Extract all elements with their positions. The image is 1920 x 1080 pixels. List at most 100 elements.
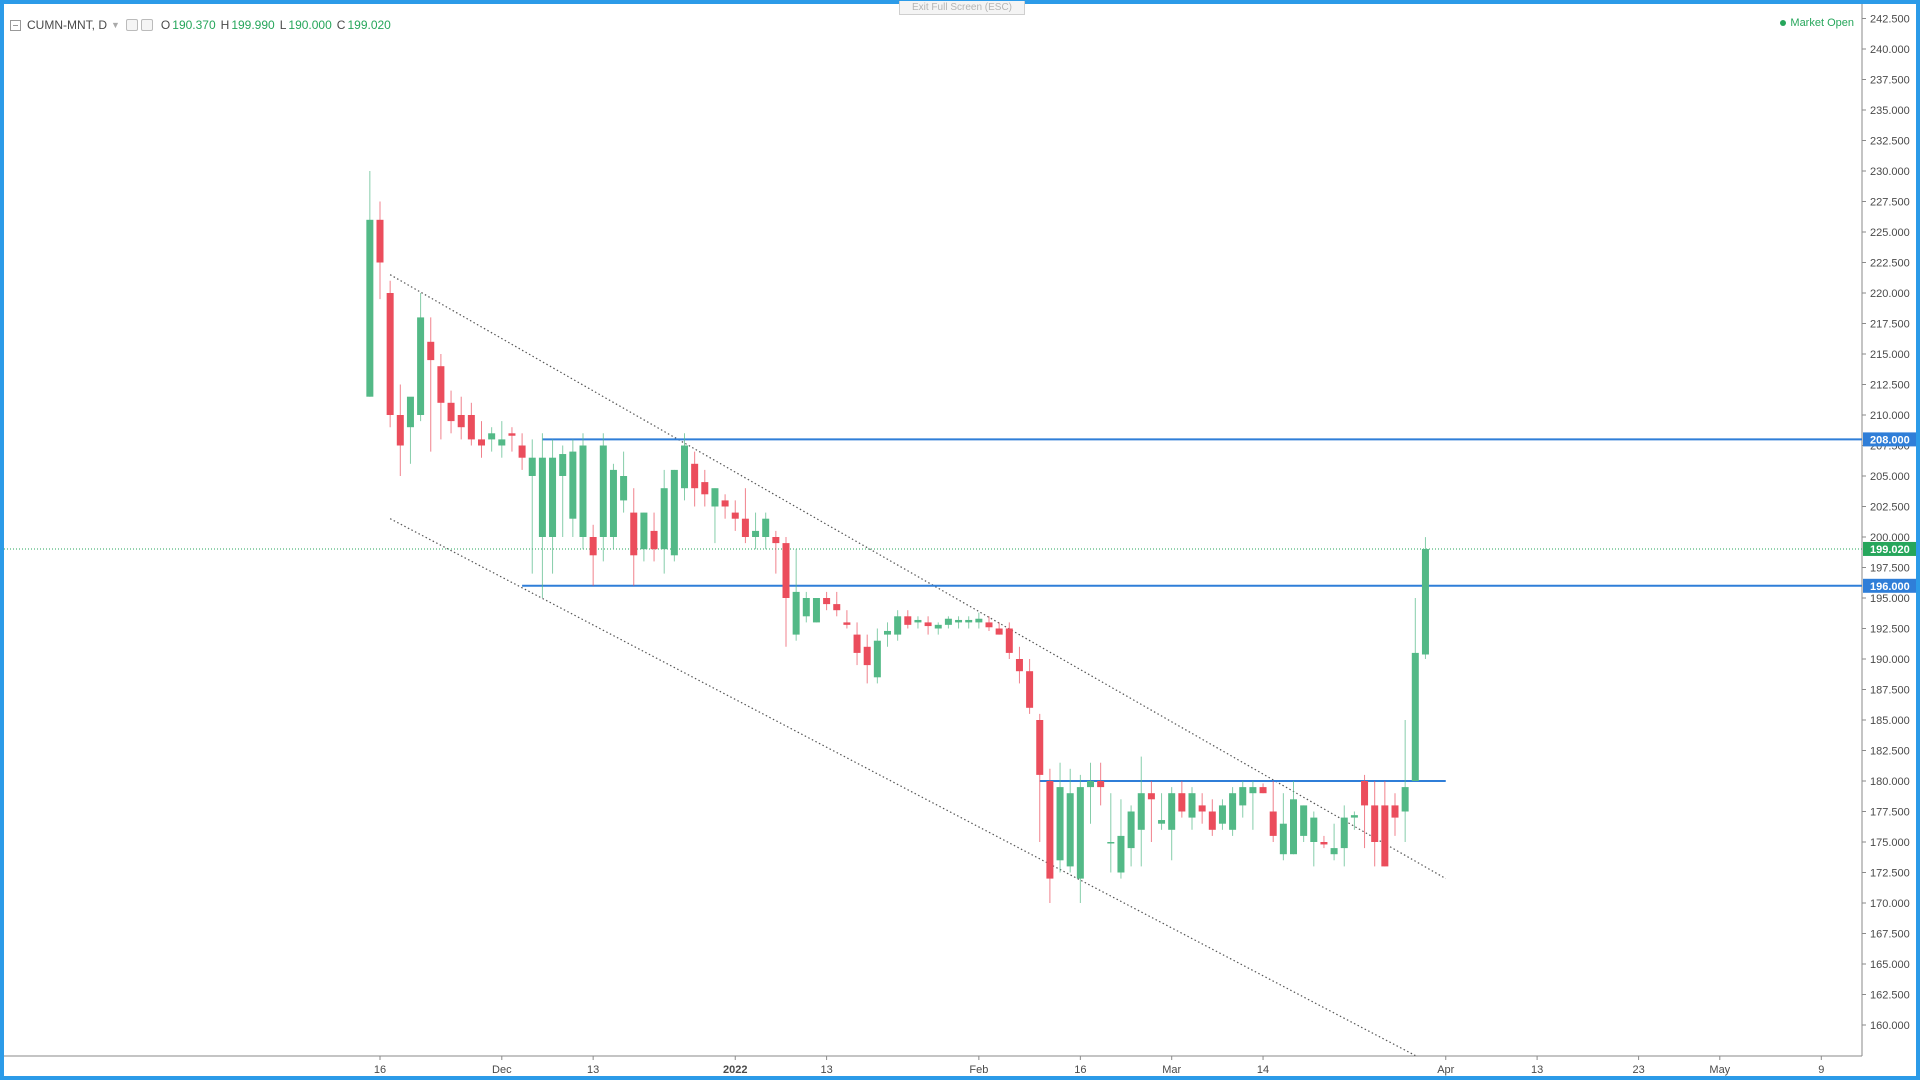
- level-price-label: 208.000: [1870, 434, 1910, 446]
- chevron-down-icon[interactable]: ▼: [111, 20, 120, 30]
- high-label: H: [220, 18, 230, 32]
- candle-up: [579, 445, 587, 537]
- y-tick-label: 210.000: [1870, 410, 1910, 422]
- candle-down: [478, 439, 485, 446]
- x-tick-label: 2022: [723, 1064, 747, 1076]
- candle-down: [863, 646, 871, 666]
- x-tick-label: Mar: [1162, 1064, 1181, 1076]
- candle-up: [1127, 811, 1135, 849]
- x-tick-label: Apr: [1437, 1064, 1454, 1076]
- y-tick-label: 230.000: [1870, 166, 1910, 178]
- candle-up: [1330, 848, 1338, 855]
- candle-down: [518, 445, 526, 458]
- symbol-name[interactable]: CUMN-MNT, D: [27, 18, 107, 32]
- y-tick-label: 242.500: [1870, 14, 1910, 26]
- candle-up: [538, 457, 546, 537]
- candle-up: [406, 396, 414, 428]
- y-tick-label: 237.500: [1870, 75, 1910, 87]
- candle-up: [1168, 793, 1176, 830]
- candle-up: [1218, 805, 1226, 824]
- candle-down: [396, 415, 404, 446]
- candle-up: [1421, 548, 1429, 655]
- y-tick-label: 187.500: [1870, 685, 1910, 697]
- candle-down: [1198, 805, 1206, 812]
- candle-down: [447, 402, 455, 422]
- price-chart[interactable]: 160.000 162.500 165.000 167.500 170.000 172.5…: [0, 0, 1920, 1080]
- candle-up: [498, 439, 506, 446]
- candle-up: [1087, 781, 1094, 788]
- candle-down: [721, 500, 729, 507]
- candle-up: [640, 512, 648, 550]
- candle-down: [1320, 842, 1328, 845]
- y-tick-label: 172.500: [1870, 868, 1910, 880]
- candle-down: [589, 537, 597, 556]
- candle-up: [1117, 835, 1125, 873]
- y-tick-label: 180.000: [1870, 776, 1910, 788]
- exit-fullscreen-button[interactable]: Exit Full Screen (ESC): [899, 1, 1025, 15]
- candle-up: [873, 640, 881, 678]
- settings-icon[interactable]: [140, 19, 153, 31]
- level-price-label: 196.000: [1870, 581, 1910, 593]
- candle-up: [1350, 815, 1358, 818]
- candle-down: [1036, 720, 1044, 775]
- collapse-legend-icon[interactable]: [10, 19, 21, 31]
- candle-down: [630, 512, 638, 556]
- x-tick-label: Feb: [969, 1064, 988, 1076]
- candle-down: [508, 433, 516, 436]
- y-tick-label: 205.000: [1870, 471, 1910, 483]
- candle-up: [1310, 817, 1318, 842]
- candle-up: [1158, 820, 1166, 824]
- y-tick-label: 222.500: [1870, 258, 1910, 270]
- y-tick-label: 197.500: [1870, 563, 1910, 575]
- visibility-icon[interactable]: [125, 19, 138, 31]
- y-tick-label: 160.000: [1870, 1020, 1910, 1032]
- candle-down: [985, 622, 993, 628]
- x-tick-label: 13: [587, 1064, 599, 1076]
- y-tick-label: 220.000: [1870, 288, 1910, 300]
- y-tick-label: 240.000: [1870, 44, 1910, 56]
- y-tick-label: 182.500: [1870, 746, 1910, 758]
- candle-up: [955, 619, 963, 623]
- candle-up: [670, 469, 678, 556]
- candle-down: [843, 622, 851, 625]
- candle-down: [731, 512, 739, 519]
- candle-down: [457, 415, 465, 428]
- y-tick-label: 217.500: [1870, 319, 1910, 331]
- candle-up: [894, 616, 902, 635]
- y-tick-label: 167.500: [1870, 929, 1910, 941]
- candle-up: [599, 445, 607, 537]
- candle-up: [528, 457, 536, 476]
- candle-down: [1005, 628, 1013, 653]
- x-tick-label: 16: [374, 1064, 386, 1076]
- candle-down: [1147, 793, 1155, 800]
- candle-up: [752, 530, 760, 537]
- trendline[interactable]: [389, 274, 1447, 880]
- candle-up: [549, 457, 557, 537]
- last-price-label: 199.020: [1870, 544, 1910, 556]
- candle-down: [1391, 805, 1399, 818]
- y-tick-label: 235.000: [1870, 105, 1910, 117]
- y-tick-label: 202.500: [1870, 502, 1910, 514]
- candle-down: [741, 518, 749, 537]
- candle-down: [1381, 805, 1389, 867]
- candle-up: [1076, 787, 1084, 879]
- candle-up: [812, 598, 820, 623]
- candle-up: [681, 445, 688, 489]
- candle-up: [1056, 787, 1064, 861]
- y-tick-label: 227.500: [1870, 197, 1910, 209]
- candle-down: [1178, 793, 1186, 812]
- y-tick-label: 212.500: [1870, 380, 1910, 392]
- market-status-label: Market Open: [1790, 17, 1854, 29]
- market-status: Market Open: [1780, 17, 1854, 29]
- x-tick-label: 16: [1074, 1064, 1086, 1076]
- candle-down: [427, 341, 435, 361]
- candle-up: [1411, 652, 1419, 781]
- y-tick-label: 190.000: [1870, 654, 1910, 666]
- candle-up: [934, 624, 942, 629]
- candle-up: [559, 454, 567, 476]
- candle-up: [1066, 793, 1074, 867]
- candle-down: [1259, 787, 1267, 794]
- candle-up: [1340, 817, 1348, 849]
- candle-up: [965, 619, 973, 623]
- candle-down: [1015, 659, 1023, 672]
